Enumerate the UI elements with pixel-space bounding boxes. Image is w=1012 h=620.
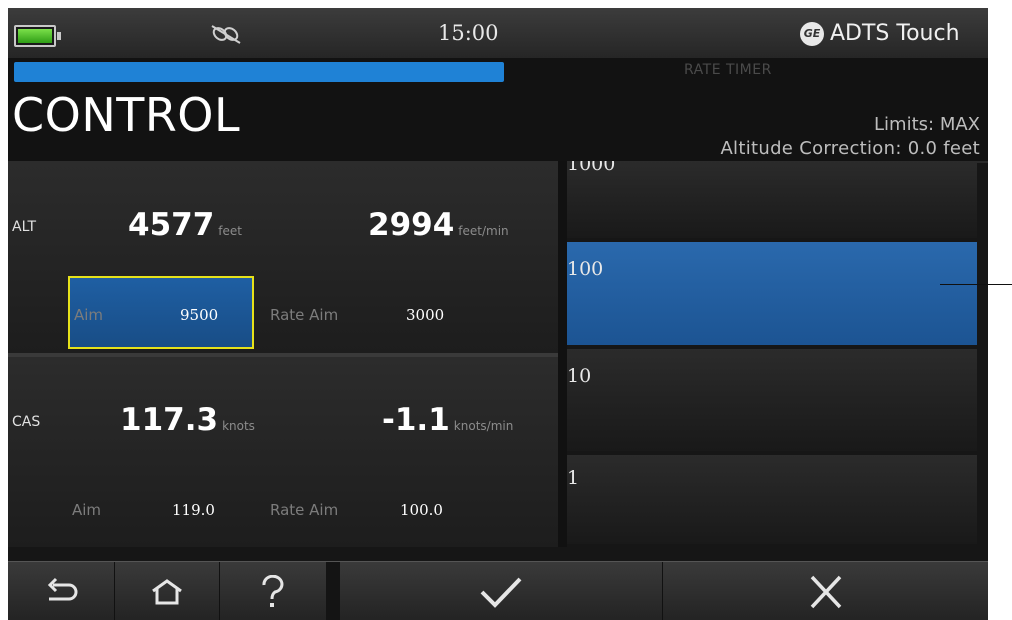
alt-rate-number: 2994: [368, 207, 455, 243]
step-option-1000[interactable]: 1000: [567, 161, 977, 238]
ge-logo-icon: GE: [800, 22, 824, 46]
cas-rate-aim-label: Rate Aim: [270, 501, 339, 519]
disconnected-link-icon: [211, 25, 241, 44]
step-label: 1000: [567, 161, 616, 175]
cas-rate-aim-value[interactable]: 100.0: [400, 501, 443, 519]
cas-rate-value: -1.1 knots/min: [382, 402, 513, 438]
altitude-correction-status: Altitude Correction: 0.0 feet: [720, 138, 980, 159]
cas-unit: knots: [222, 419, 255, 433]
alt-rate-unit: feet/min: [458, 224, 509, 238]
panel-divider: [558, 161, 567, 547]
cas-aim-value[interactable]: 119.0: [172, 501, 215, 519]
status-bar: 15:00 GE ADTS Touch: [8, 8, 988, 58]
help-icon: [262, 574, 284, 607]
page-title: CONTROL: [12, 88, 241, 142]
alt-unit: feet: [218, 224, 242, 238]
step-label: 1: [567, 467, 580, 489]
device-brand: ADTS Touch: [830, 21, 960, 46]
step-option-100[interactable]: 100: [567, 242, 977, 345]
cancel-button[interactable]: [663, 562, 988, 620]
alt-rate-aim-label: Rate Aim: [270, 306, 339, 324]
cas-rate-unit: knots/min: [453, 419, 514, 433]
cas-aim-label: Aim: [72, 501, 102, 519]
step-option-10[interactable]: 10: [567, 349, 977, 451]
close-icon: [810, 575, 841, 608]
home-button[interactable]: [115, 562, 219, 620]
step-label: 10: [567, 365, 592, 387]
bottom-toolbar: [8, 561, 988, 620]
rate-timer-progress-bar: [14, 62, 504, 82]
back-icon: [47, 577, 78, 600]
alt-rate-aim-value[interactable]: 3000: [406, 306, 444, 324]
alt-panel[interactable]: ALT 4577 feet 2994 feet/min Aim 9500 Rate …: [8, 161, 558, 357]
step-label: 100: [567, 258, 604, 280]
alt-rate-value: 2994 feet/min: [368, 207, 509, 243]
step-option-1[interactable]: 1: [567, 455, 977, 544]
help-button[interactable]: [220, 562, 326, 620]
check-icon: [480, 577, 522, 608]
alt-aim-value: 9500: [180, 306, 219, 324]
alt-aim-field[interactable]: Aim 9500: [68, 276, 254, 349]
confirm-button[interactable]: [340, 562, 662, 620]
back-button[interactable]: [8, 562, 114, 620]
cas-value-number: 117.3: [120, 402, 219, 438]
limits-status: Limits: MAX: [874, 114, 980, 135]
alt-value: 4577 feet: [128, 207, 242, 243]
cas-value: 117.3 knots: [120, 402, 255, 438]
home-icon: [152, 578, 182, 604]
page-header: RATE TIMER CONTROL Limits: MAX Altitude …: [8, 58, 988, 163]
battery-icon: [14, 25, 61, 47]
alt-label: ALT: [12, 219, 37, 235]
cas-label: CAS: [12, 414, 41, 430]
alt-aim-label: Aim: [74, 306, 104, 324]
device-screen: 15:00 GE ADTS Touch RATE TIMER CONTROL L…: [8, 8, 988, 620]
rate-timer-label: RATE TIMER: [684, 62, 772, 78]
cas-rate-number: -1.1: [382, 402, 450, 438]
cas-panel[interactable]: CAS 117.3 knots -1.1 knots/min Aim 119.0 R…: [8, 357, 558, 547]
annotation-callout-line: [940, 284, 1012, 285]
clock: 15:00: [438, 21, 499, 45]
alt-value-number: 4577: [128, 207, 215, 243]
